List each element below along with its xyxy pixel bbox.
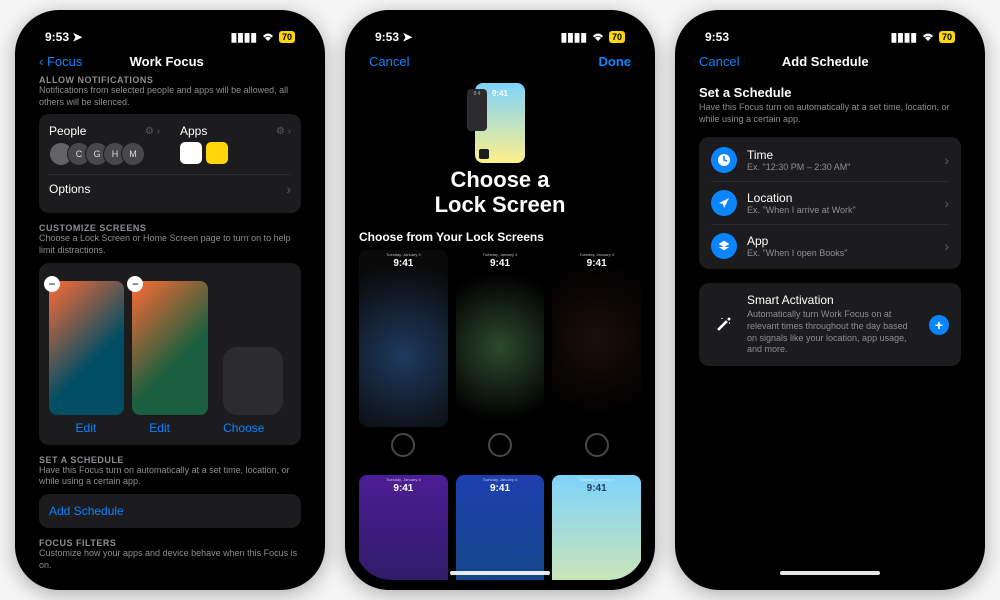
lock-screen-option[interactable]: Tuesday, January 49:41 (456, 250, 545, 427)
notch (450, 10, 550, 34)
section-sub-title: Choose from Your Lock Screens (359, 230, 645, 244)
edit-home-screen-button[interactable]: Edit (149, 421, 170, 435)
remove-badge-icon[interactable]: − (127, 276, 143, 292)
watch-face-thumb[interactable] (223, 347, 283, 415)
avatar: M (121, 142, 145, 166)
phone-add-schedule: 9:53 ▮▮▮▮ 70 Cancel Add Schedule Set a S… (675, 10, 985, 590)
allow-notifications-header: ALLOW NOTIFICATIONS (39, 75, 301, 85)
set-schedule-sub: Have this Focus turn on automatically at… (699, 102, 961, 125)
focus-filters-sub: Customize how your apps and device behav… (39, 548, 301, 571)
chevron-right-icon: › (944, 238, 949, 254)
home-indicator[interactable] (450, 571, 550, 575)
radio-select[interactable] (488, 433, 512, 457)
page-title: Choose aLock Screen (355, 167, 645, 218)
home-indicator[interactable] (780, 571, 880, 575)
smart-activation-row[interactable]: Smart Activation Automatically turn Work… (711, 293, 949, 356)
notch (120, 10, 220, 34)
signal-icon: ▮▮▮▮ (231, 30, 257, 44)
lock-screen-option[interactable]: Tuesday, January 49:41 (456, 475, 545, 580)
magic-wand-icon (711, 312, 737, 338)
focus-filters-header: FOCUS FILTERS (39, 538, 301, 548)
add-button[interactable]: + (929, 315, 949, 335)
radio-select[interactable] (391, 433, 415, 457)
chevron-right-icon: › (944, 152, 949, 168)
location-icon (711, 190, 737, 216)
people-avatars: C G H M (49, 142, 160, 166)
location-arrow-icon: ➤ (402, 30, 412, 44)
battery-icon: 70 (609, 31, 625, 43)
lock-screen-option[interactable]: Tuesday, January 49:41 (552, 250, 641, 427)
options-row[interactable]: Options › (49, 174, 291, 203)
schedule-location-row[interactable]: Location Ex. "When I arrive at Work" › (711, 181, 949, 224)
wifi-icon (261, 30, 275, 44)
add-schedule-button[interactable]: Add Schedule (49, 504, 124, 518)
remove-badge-icon[interactable]: − (44, 276, 60, 292)
back-button[interactable]: ‹ Focus (39, 54, 82, 69)
location-arrow-icon: ➤ (72, 30, 82, 44)
set-schedule-sub: Have this Focus turn on automatically at… (39, 465, 301, 488)
cancel-button[interactable]: Cancel (369, 54, 409, 69)
lock-screen-option[interactable]: Tuesday, January 49:41 (359, 475, 448, 580)
home-screen-thumb[interactable]: − (132, 281, 207, 415)
chevron-right-icon: › (286, 181, 291, 197)
calendar-app-icon (180, 142, 202, 164)
lock-screen-thumb[interactable]: − (49, 281, 124, 415)
battery-icon: 70 (279, 31, 295, 43)
cancel-button[interactable]: Cancel (699, 54, 739, 69)
edit-lock-screen-button[interactable]: Edit (76, 421, 97, 435)
chevron-right-icon: › (944, 195, 949, 211)
phone-work-focus: 9:53 ➤ ▮▮▮▮ 70 ‹ Focus Work Focus ALLOW … (15, 10, 325, 590)
signal-icon: ▮▮▮▮ (891, 30, 917, 44)
radio-select[interactable] (585, 433, 609, 457)
nav-title: Add Schedule (782, 54, 869, 69)
allow-notifications-sub: Notifications from selected people and a… (39, 85, 301, 108)
clock-icon (711, 147, 737, 173)
app-icon (206, 142, 228, 164)
gear-icon: ⚙︎ › (145, 126, 160, 137)
app-stack-icon (711, 233, 737, 259)
lock-screen-option[interactable]: Tuesday, January 49:41 (552, 475, 641, 580)
signal-icon: ▮▮▮▮ (561, 30, 587, 44)
schedule-app-row[interactable]: App Ex. "When I open Books" › (711, 224, 949, 267)
notch (780, 10, 880, 34)
focus-badge-icon (479, 149, 489, 159)
wifi-icon (591, 30, 605, 44)
people-cell[interactable]: People ⚙︎ › C G H M (49, 124, 160, 166)
choose-watch-button[interactable]: Choose (223, 421, 264, 435)
gear-icon: ⚙︎ › (276, 126, 291, 137)
hero-lock-screen-preview: 9:4 9:41 (475, 83, 525, 163)
done-button[interactable]: Done (599, 54, 632, 69)
lock-screen-option[interactable]: Tuesday, January 49:41 (359, 250, 448, 427)
set-schedule-header: SET A SCHEDULE (39, 455, 301, 465)
battery-icon: 70 (939, 31, 955, 43)
customize-screens-header: CUSTOMIZE SCREENS (39, 223, 301, 233)
schedule-time-row[interactable]: Time Ex. "12:30 PM – 2:30 AM" › (711, 139, 949, 181)
nav-title: Work Focus (130, 54, 204, 69)
phone-choose-lock-screen: 9:53 ➤ ▮▮▮▮ 70 Cancel Done 9:4 9:41 Choo… (345, 10, 655, 590)
apps-cell[interactable]: Apps ⚙︎ › (180, 124, 291, 166)
set-schedule-title: Set a Schedule (699, 85, 961, 100)
wifi-icon (921, 30, 935, 44)
customize-screens-sub: Choose a Lock Screen or Home Screen page… (39, 233, 301, 256)
